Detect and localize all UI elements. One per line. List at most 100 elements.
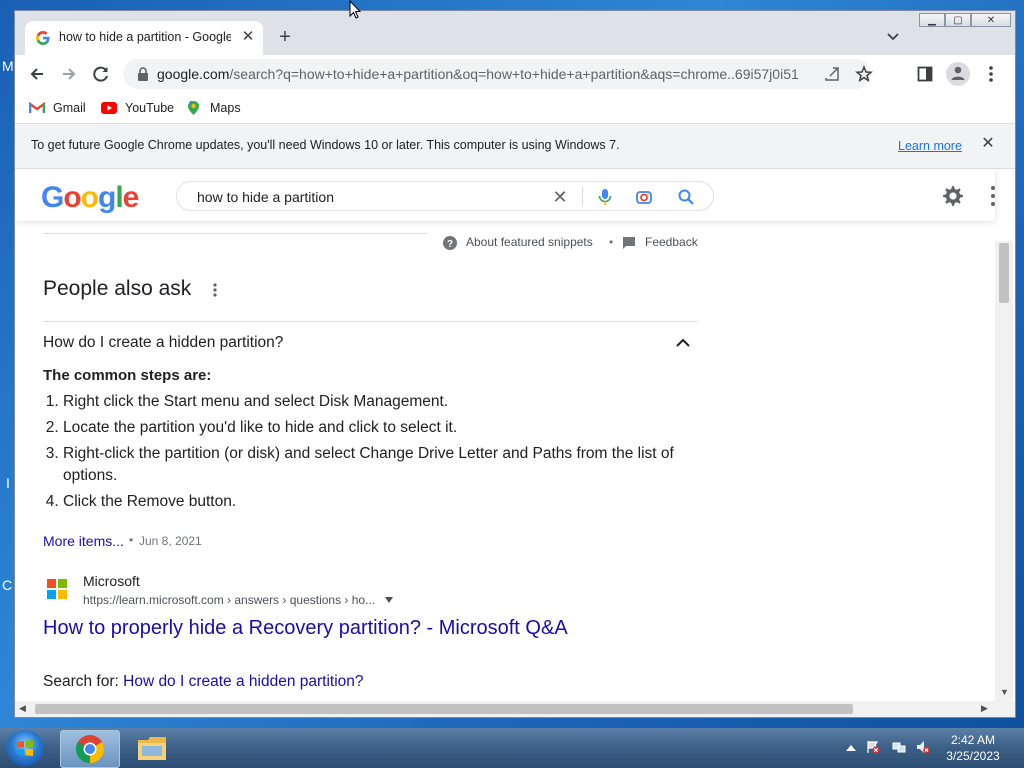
url-text[interactable]: google.com/search?q=how+to+hide+a+partit… bbox=[157, 66, 799, 84]
logo-letter: o bbox=[63, 181, 81, 214]
answer-date: Jun 8, 2021 bbox=[139, 534, 202, 548]
search-for: Search for: How do I create a hidden par… bbox=[43, 673, 364, 691]
logo-letter: l bbox=[115, 181, 123, 214]
maps-icon bbox=[188, 101, 199, 115]
more-items-link[interactable]: More items... bbox=[43, 533, 124, 549]
tab-active[interactable]: how to hide a partition - Google ✕ bbox=[25, 21, 263, 55]
tab-close-icon[interactable]: ✕ bbox=[239, 28, 257, 46]
google-logo[interactable]: Google bbox=[41, 181, 139, 215]
forward-arrow-icon[interactable] bbox=[56, 61, 82, 87]
bookmarks-bar: Gmail YouTube Maps bbox=[15, 93, 1015, 124]
tab-title: how to hide a partition - Google bbox=[59, 30, 231, 44]
microphone-icon[interactable] bbox=[598, 188, 612, 206]
new-tab-button[interactable]: + bbox=[273, 25, 297, 49]
bookmark-star-icon[interactable] bbox=[855, 65, 873, 83]
tray-expand-icon[interactable] bbox=[846, 744, 856, 752]
dropdown-arrow-icon[interactable] bbox=[385, 597, 393, 603]
gmail-icon bbox=[29, 102, 45, 113]
volume-muted-icon[interactable] bbox=[916, 740, 930, 754]
scroll-down-arrow-icon[interactable]: ▼ bbox=[1000, 687, 1009, 697]
mouse-cursor-icon bbox=[349, 0, 361, 19]
more-vert-icon[interactable] bbox=[981, 64, 1001, 84]
address-bar[interactable]: google.com/search?q=how+to+hide+a+partit… bbox=[123, 59, 873, 89]
bookmark-label: Maps bbox=[210, 101, 241, 115]
horizontal-scroll-thumb[interactable] bbox=[35, 704, 853, 714]
desktop-icon-label[interactable]: I bbox=[6, 475, 10, 491]
google-header: Google ✕ bbox=[15, 169, 995, 221]
feedback-link[interactable]: Feedback bbox=[645, 235, 698, 249]
minimize-button[interactable]: ▁ bbox=[919, 13, 945, 27]
search-divider bbox=[582, 187, 583, 207]
infobar-close-icon[interactable]: ✕ bbox=[979, 135, 997, 153]
vertical-scroll-thumb[interactable] bbox=[999, 243, 1009, 303]
paa-divider bbox=[43, 321, 697, 322]
feedback-icon bbox=[623, 237, 635, 249]
search-input[interactable] bbox=[197, 188, 537, 206]
paa-question[interactable]: How do I create a hidden partition? bbox=[43, 334, 283, 352]
apps-more-icon[interactable] bbox=[983, 184, 995, 208]
logo-letter: G bbox=[41, 181, 64, 214]
system-clock[interactable]: 2:42 AM 3/25/2023 bbox=[938, 732, 1008, 764]
vertical-scrollbar[interactable]: ▼ bbox=[995, 241, 1013, 701]
search-for-link[interactable]: How do I create a hidden partition? bbox=[123, 673, 363, 690]
windows-logo-icon bbox=[17, 740, 33, 756]
microsoft-logo-icon bbox=[47, 579, 67, 599]
answer-steps-list: Right click the Start menu and select Di… bbox=[43, 391, 683, 517]
separator-dot: • bbox=[129, 533, 134, 547]
search-results: ? About featured snippets • Feedback Peo… bbox=[43, 221, 703, 701]
youtube-icon bbox=[101, 102, 117, 114]
about-snippets-link[interactable]: About featured snippets bbox=[466, 235, 593, 249]
people-also-ask-heading: People also ask bbox=[43, 277, 192, 300]
svg-text:?: ? bbox=[447, 239, 453, 250]
search-icon[interactable] bbox=[677, 188, 695, 206]
back-arrow-icon[interactable] bbox=[24, 61, 50, 87]
result-title-link[interactable]: How to properly hide a Recovery partitio… bbox=[43, 617, 568, 640]
chevron-up-icon[interactable] bbox=[675, 337, 691, 349]
source-name[interactable]: Microsoft bbox=[83, 573, 140, 589]
maximize-button[interactable]: ▢ bbox=[945, 13, 971, 27]
windows-taskbar: 2:42 AM 3/25/2023 bbox=[0, 728, 1024, 768]
search-box: ✕ bbox=[176, 181, 714, 211]
list-item: Click the Remove button. bbox=[63, 491, 683, 513]
page-viewport: Google ✕ bbox=[15, 169, 1015, 701]
paa-more-options-icon[interactable] bbox=[211, 282, 219, 298]
chrome-window: how to hide a partition - Google ✕ + ▁ ▢… bbox=[14, 10, 1016, 718]
clock-date: 3/25/2023 bbox=[946, 749, 1000, 763]
google-favicon-icon bbox=[36, 31, 50, 45]
horizontal-scrollbar[interactable]: ◀ ▶ bbox=[15, 701, 1015, 717]
logo-letter: g bbox=[98, 181, 116, 214]
separator-dot: • bbox=[609, 235, 614, 249]
update-infobar: To get future Google Chrome updates, you… bbox=[15, 124, 1015, 169]
start-button[interactable] bbox=[6, 730, 44, 766]
chrome-icon bbox=[76, 735, 104, 763]
scroll-left-arrow-icon[interactable]: ◀ bbox=[19, 703, 26, 714]
person-icon bbox=[951, 66, 965, 80]
search-for-label: Search for: bbox=[43, 673, 124, 690]
lock-icon[interactable] bbox=[137, 67, 149, 81]
taskbar-chrome[interactable] bbox=[60, 730, 120, 768]
lens-camera-icon[interactable] bbox=[635, 188, 653, 206]
action-center-flag-icon[interactable] bbox=[866, 740, 880, 754]
logo-letter: o bbox=[80, 181, 99, 214]
source-url[interactable]: https://learn.microsoft.com › answers › … bbox=[83, 593, 375, 607]
reload-icon[interactable] bbox=[88, 61, 114, 87]
tab-strip: how to hide a partition - Google ✕ + ▁ ▢… bbox=[15, 11, 1015, 55]
profile-avatar[interactable] bbox=[946, 62, 970, 86]
clock-time: 2:42 AM bbox=[950, 733, 996, 747]
scroll-right-arrow-icon[interactable]: ▶ bbox=[981, 703, 988, 714]
close-window-button[interactable]: ✕ bbox=[971, 13, 1011, 27]
desktop-icon-label[interactable]: C bbox=[2, 577, 12, 593]
browser-toolbar: google.com/search?q=how+to+hide+a+partit… bbox=[15, 55, 1015, 93]
settings-gear-icon[interactable] bbox=[941, 184, 965, 208]
url-host: google.com bbox=[157, 66, 230, 82]
network-icon[interactable] bbox=[892, 740, 906, 754]
clear-search-icon[interactable]: ✕ bbox=[550, 187, 570, 207]
taskbar-explorer[interactable] bbox=[122, 730, 180, 766]
tab-search-chevron-icon[interactable] bbox=[883, 27, 903, 47]
answer-heading: The common steps are: bbox=[43, 367, 212, 384]
share-icon[interactable] bbox=[824, 66, 840, 82]
help-circle-icon: ? bbox=[443, 236, 457, 250]
side-panel-icon[interactable] bbox=[917, 66, 933, 82]
desktop-icon-label[interactable]: M bbox=[2, 58, 14, 74]
learn-more-link[interactable]: Learn more bbox=[898, 139, 962, 153]
